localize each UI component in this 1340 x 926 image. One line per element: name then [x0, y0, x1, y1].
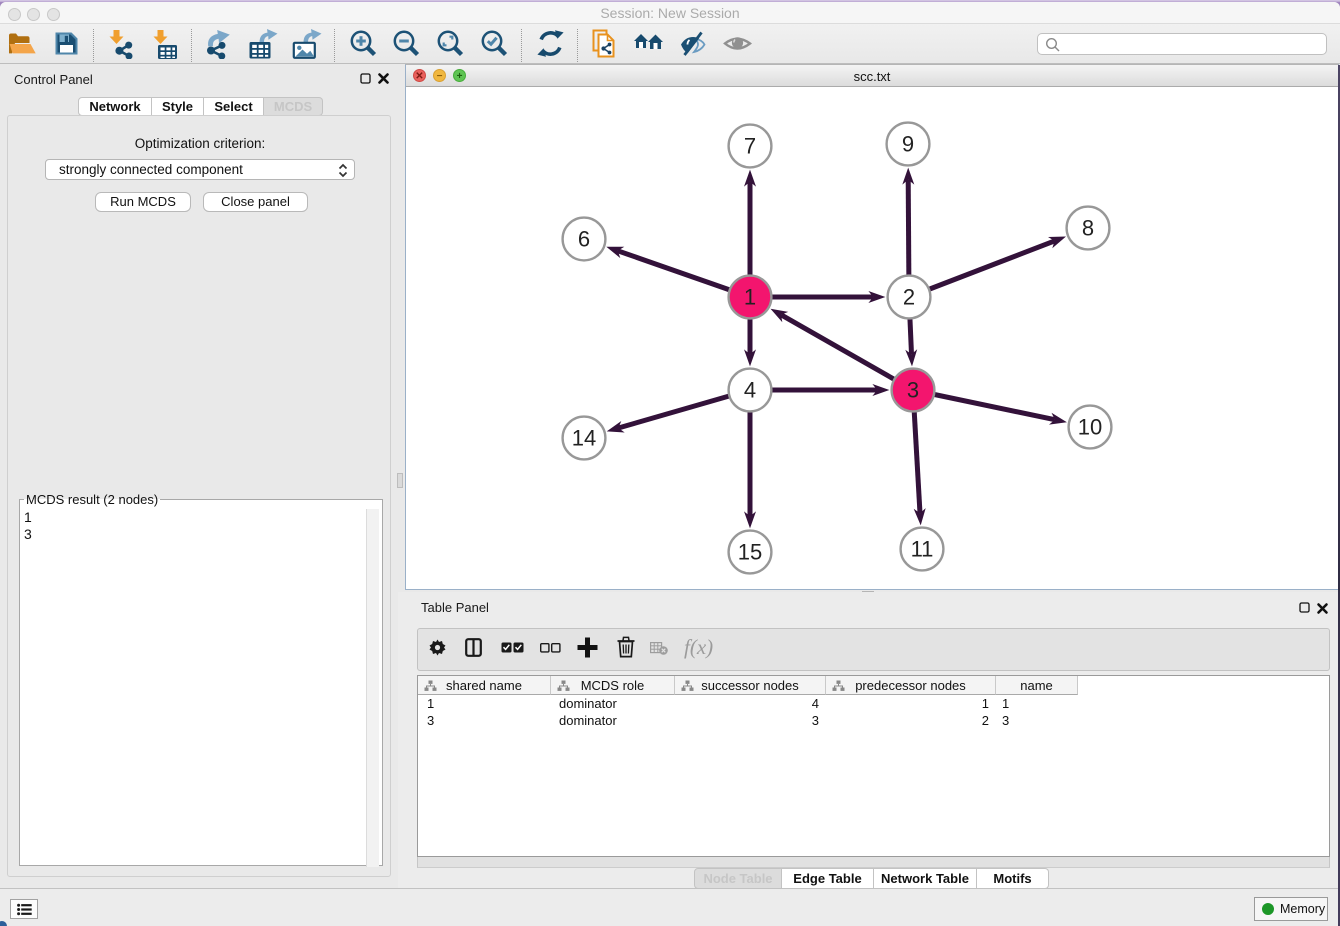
- svg-text:7: 7: [744, 134, 756, 159]
- svg-text:9: 9: [902, 132, 914, 157]
- svg-text:8: 8: [1082, 216, 1094, 241]
- svg-text:14: 14: [572, 426, 596, 451]
- svg-text:6: 6: [578, 227, 590, 252]
- svg-text:2: 2: [903, 285, 915, 310]
- svg-text:11: 11: [911, 537, 934, 562]
- svg-text:4: 4: [744, 378, 756, 403]
- svg-text:15: 15: [738, 540, 762, 565]
- svg-text:10: 10: [1078, 415, 1102, 440]
- svg-text:3: 3: [907, 378, 919, 403]
- svg-text:1: 1: [744, 285, 756, 310]
